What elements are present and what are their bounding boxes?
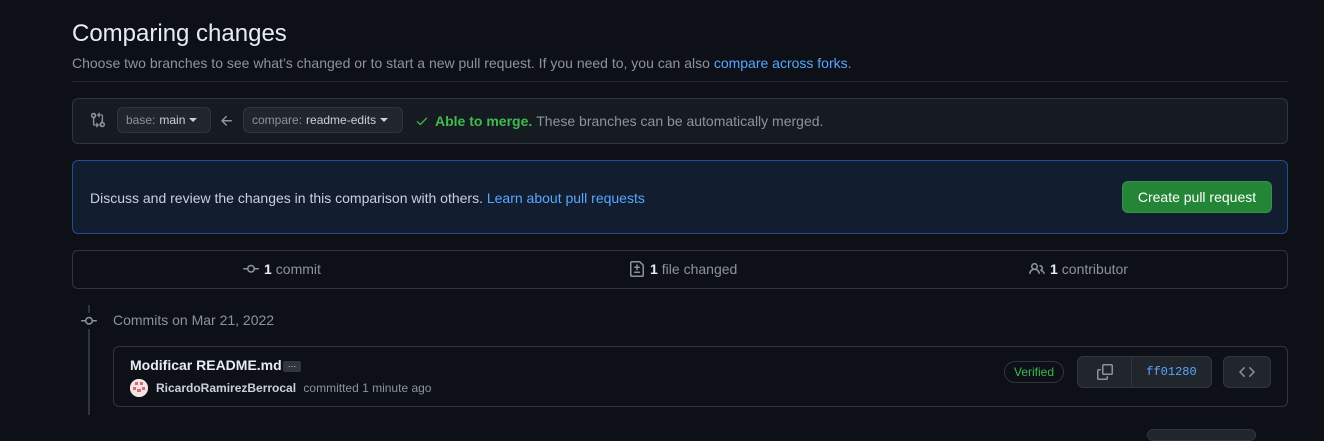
page-subtitle: Choose two branches to see what’s change… xyxy=(72,55,852,71)
merge-status: Able to merge. These branches can be aut… xyxy=(415,113,823,129)
compare-branch-name: readme-edits xyxy=(306,113,377,127)
contributors-label: contributor xyxy=(1061,261,1128,277)
commit-sha-group: ff01280 xyxy=(1077,356,1212,388)
base-branch-select[interactable]: base: main xyxy=(117,107,211,133)
commits-date-header: Commits on Mar 21, 2022 xyxy=(113,312,275,328)
comparison-stats: 1 commit 1 file changed 1 contributor xyxy=(72,250,1288,289)
compare-icon xyxy=(90,112,106,128)
commit-icon xyxy=(243,264,259,273)
commit-time: committed 1 minute ago xyxy=(303,381,432,395)
create-pr-banner: Discuss and review the changes in this c… xyxy=(72,160,1288,234)
commit-row: Modificar README.md … RicardoRamirezBerr… xyxy=(113,346,1288,407)
arrow-left-icon xyxy=(221,115,232,126)
stat-contributors[interactable]: 1 contributor xyxy=(1029,261,1128,277)
check-icon xyxy=(416,117,428,126)
caret-down-icon xyxy=(380,118,389,122)
commit-sha-link[interactable]: ff01280 xyxy=(1132,357,1211,387)
range-editor: base: main compare: readme-edits Able to… xyxy=(72,98,1288,144)
subtitle-text: Choose two branches to see what’s change… xyxy=(72,55,710,71)
compare-branch-select[interactable]: compare: readme-edits xyxy=(243,107,403,133)
avatar[interactable] xyxy=(130,379,148,397)
files-count: 1 xyxy=(650,261,658,277)
stat-commits[interactable]: 1 commit xyxy=(243,261,321,277)
people-icon xyxy=(1029,262,1045,275)
merge-description: These branches can be automatically merg… xyxy=(536,113,824,129)
copy-sha-button[interactable] xyxy=(1078,357,1132,387)
subtitle-end: . xyxy=(847,55,852,71)
partial-button[interactable] xyxy=(1147,429,1256,441)
base-prefix: base: xyxy=(126,113,156,127)
header-divider xyxy=(72,81,1288,82)
files-label: file changed xyxy=(661,261,738,277)
pr-banner-text: Discuss and review the changes in this c… xyxy=(90,190,645,206)
compare-prefix: compare: xyxy=(252,113,303,127)
caret-down-icon xyxy=(189,118,198,122)
pr-banner-message: Discuss and review the changes in this c… xyxy=(90,190,483,206)
create-pull-request-button[interactable]: Create pull request xyxy=(1122,181,1272,213)
code-icon xyxy=(1239,366,1255,378)
contributors-count: 1 xyxy=(1050,261,1058,277)
verified-badge[interactable]: Verified xyxy=(1004,361,1065,383)
commit-title-link[interactable]: Modificar README.md xyxy=(130,357,282,373)
expand-message-button[interactable]: … xyxy=(283,360,301,372)
file-diff-icon xyxy=(630,261,644,277)
learn-about-prs-link[interactable]: Learn about pull requests xyxy=(487,190,645,206)
commits-label: commit xyxy=(275,261,321,277)
stat-files[interactable]: 1 file changed xyxy=(629,261,737,277)
page-title: Comparing changes xyxy=(72,20,287,47)
commit-author-link[interactable]: RicardoRamirezBerrocal xyxy=(156,381,296,395)
commit-icon xyxy=(81,313,97,329)
commits-count: 1 xyxy=(264,261,272,277)
merge-ok-text: Able to merge. xyxy=(435,113,533,129)
base-branch-name: main xyxy=(159,113,186,127)
browse-files-button[interactable] xyxy=(1223,356,1271,388)
copy-icon xyxy=(1096,364,1113,380)
compare-across-forks-link[interactable]: compare across forks xyxy=(714,55,848,71)
commit-meta: RicardoRamirezBerrocal committed 1 minut… xyxy=(156,381,431,395)
